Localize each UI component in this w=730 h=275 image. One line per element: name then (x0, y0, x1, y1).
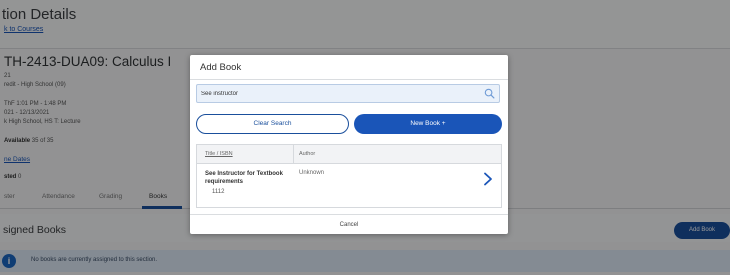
search-icon[interactable] (484, 88, 495, 99)
table-row[interactable]: See Instructor for Textbook requirements… (197, 164, 501, 207)
chevron-right-icon[interactable] (483, 172, 493, 186)
books-table: Title / ISBN Author See Instructor for T… (196, 144, 502, 208)
column-header-title[interactable]: Title / ISBN (205, 151, 233, 157)
cancel-button[interactable]: Cancel (320, 219, 378, 231)
table-header: Title / ISBN Author (197, 145, 501, 164)
book-author: Unknown (299, 170, 325, 176)
dialog-footer-divider (190, 214, 508, 215)
clear-search-button[interactable]: Clear Search (196, 114, 349, 134)
book-title: See Instructor for Textbook requirements (205, 171, 283, 185)
column-divider (293, 145, 294, 163)
new-book-button[interactable]: New Book + (354, 114, 502, 134)
dialog-title: Add Book (200, 62, 242, 73)
dialog-title-divider (190, 79, 508, 80)
search-input[interactable] (201, 85, 481, 102)
add-book-dialog: Add Book Clear Search New Book + Title /… (190, 55, 508, 234)
search-box (196, 84, 500, 103)
book-number: 1112 (212, 189, 225, 195)
column-header-author: Author (299, 151, 316, 157)
